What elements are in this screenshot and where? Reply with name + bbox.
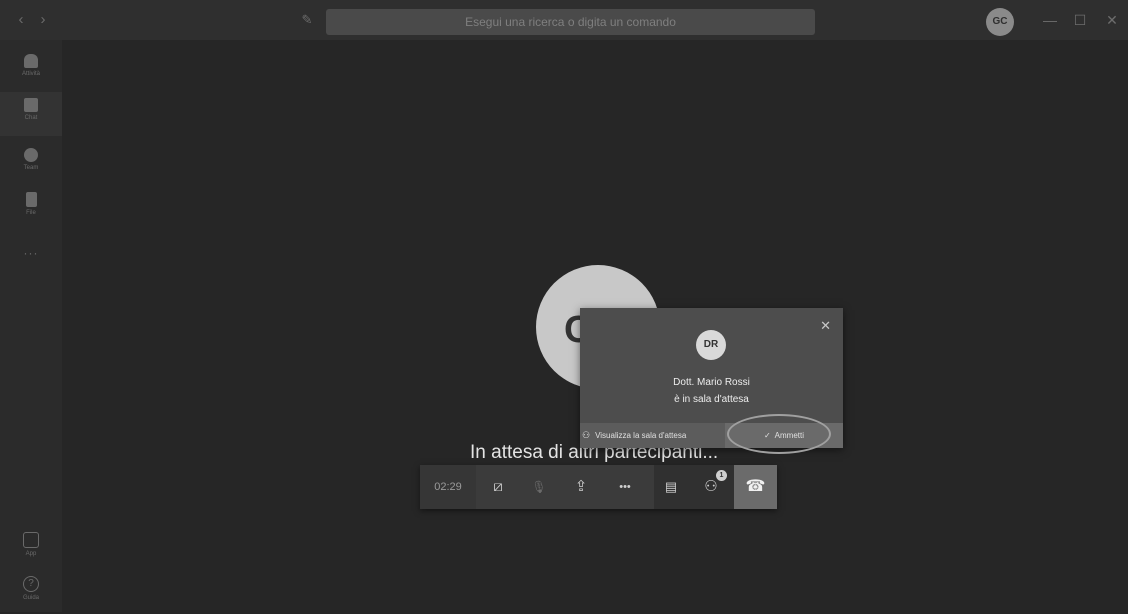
waiting-user-name: Dott. Mario Rossi	[673, 377, 750, 388]
maximize-icon[interactable]: ☐	[1070, 10, 1090, 30]
rail-item-label: Chat	[24, 115, 38, 121]
chat-icon	[24, 98, 38, 112]
waiting-user-status: è in sala d'attesa	[674, 394, 749, 405]
rail-item-files[interactable]: File	[0, 186, 62, 230]
more-apps-icon[interactable]: ···	[0, 246, 62, 260]
waiting-user-avatar: DR	[696, 330, 726, 360]
user-avatar[interactable]: GC	[986, 8, 1014, 36]
rail-item-label: Attività	[21, 71, 40, 77]
close-icon[interactable]: ✕	[820, 318, 831, 334]
search-input[interactable]: Esegui una ricerca o digita un comando	[326, 9, 815, 35]
rail-item-teams[interactable]: Team	[0, 142, 62, 186]
camera-off-icon[interactable]: ⧄	[487, 477, 509, 497]
title-bar: ‹ › ✎ Esegui una ricerca o digita un com…	[0, 0, 1128, 40]
rail-item-apps[interactable]: App	[0, 526, 62, 570]
apps-icon	[23, 532, 39, 548]
rail-item-label: Guida	[22, 595, 39, 601]
view-lobby-button[interactable]: ⚇ Visualizza la sala d'attesa	[580, 423, 712, 448]
view-lobby-label: Visualizza la sala d'attesa	[595, 431, 687, 440]
rail-item-label: File	[26, 210, 36, 216]
minimize-icon[interactable]: —	[1040, 10, 1060, 30]
highlight-circle	[727, 414, 831, 454]
app-rail: Attività Chat Team File ··· App ? Guida	[0, 40, 62, 612]
compose-icon[interactable]: ✎	[297, 11, 317, 29]
chat-toggle-icon[interactable]: ▤	[660, 477, 682, 497]
rail-item-activity[interactable]: Attività	[0, 48, 62, 92]
teams-icon	[24, 148, 38, 162]
mic-icon[interactable]: 🎙	[528, 477, 550, 497]
people-icon: ⚇	[582, 430, 591, 440]
forward-icon[interactable]: ›	[36, 10, 50, 30]
more-options-icon[interactable]: •••	[614, 477, 636, 497]
rail-item-help[interactable]: ? Guida	[0, 570, 62, 614]
bell-icon	[24, 54, 38, 68]
help-icon: ?	[23, 576, 39, 592]
rail-item-label: Team	[23, 165, 39, 171]
hangup-button[interactable]: ☎	[734, 465, 777, 509]
file-icon	[25, 192, 37, 207]
share-screen-icon[interactable]: ⇪	[570, 477, 592, 497]
hangup-icon: ☎	[745, 478, 766, 495]
call-controls: 02:29 ⧄ 🎙 ⇪ ••• ▤ ⚇ 1 ☎	[420, 465, 777, 509]
back-icon[interactable]: ‹	[14, 10, 28, 30]
participants-badge: 1	[716, 470, 727, 481]
rail-item-label: App	[25, 551, 37, 557]
rail-item-chat[interactable]: Chat	[0, 92, 62, 136]
call-timer: 02:29	[434, 481, 462, 493]
close-icon[interactable]: ✕	[1102, 10, 1122, 30]
